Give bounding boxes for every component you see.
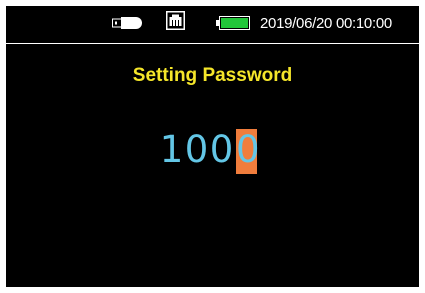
- device-screen: 2019/06/20 00:10:00 Setting Password 1 0…: [6, 6, 419, 287]
- password-digit[interactable]: 0: [209, 129, 234, 174]
- password-digit-active[interactable]: 0: [236, 129, 260, 174]
- status-bar: 2019/06/20 00:10:00: [6, 6, 419, 43]
- password-digit[interactable]: 1: [159, 129, 184, 174]
- password-digit[interactable]: 0: [184, 129, 209, 174]
- battery-full-icon: [216, 16, 250, 30]
- datetime-display: 2019/06/20 00:10:00: [260, 15, 392, 32]
- status-bar-divider: [6, 43, 419, 44]
- usb-drive-icon: [112, 17, 142, 29]
- page-title: Setting Password: [132, 65, 293, 86]
- lan-port-icon: [166, 11, 185, 30]
- password-field[interactable]: 1 0 0 0: [159, 129, 260, 174]
